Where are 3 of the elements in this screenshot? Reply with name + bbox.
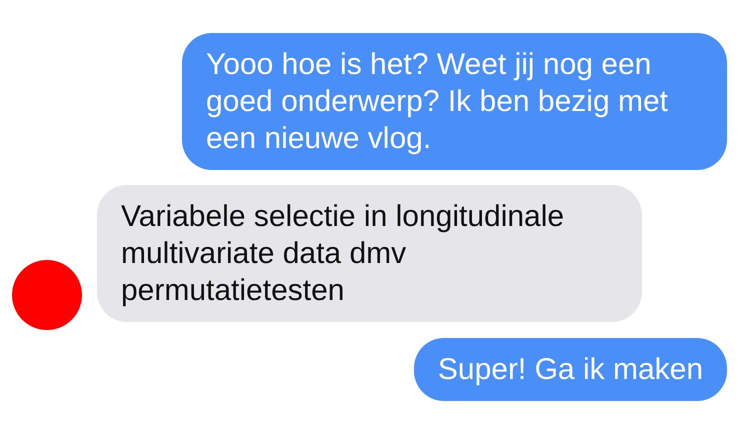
sent-message: Yooo hoe is het? Weet jij nog een goed onderwerp? Ik ben bezig met een nieuwe vlog. bbox=[182, 33, 727, 170]
sent-message: Super! Ga ik maken bbox=[414, 338, 727, 401]
received-message: Variabele selectie in longitudinale multivariate data dmv permutatietesten bbox=[97, 185, 642, 322]
